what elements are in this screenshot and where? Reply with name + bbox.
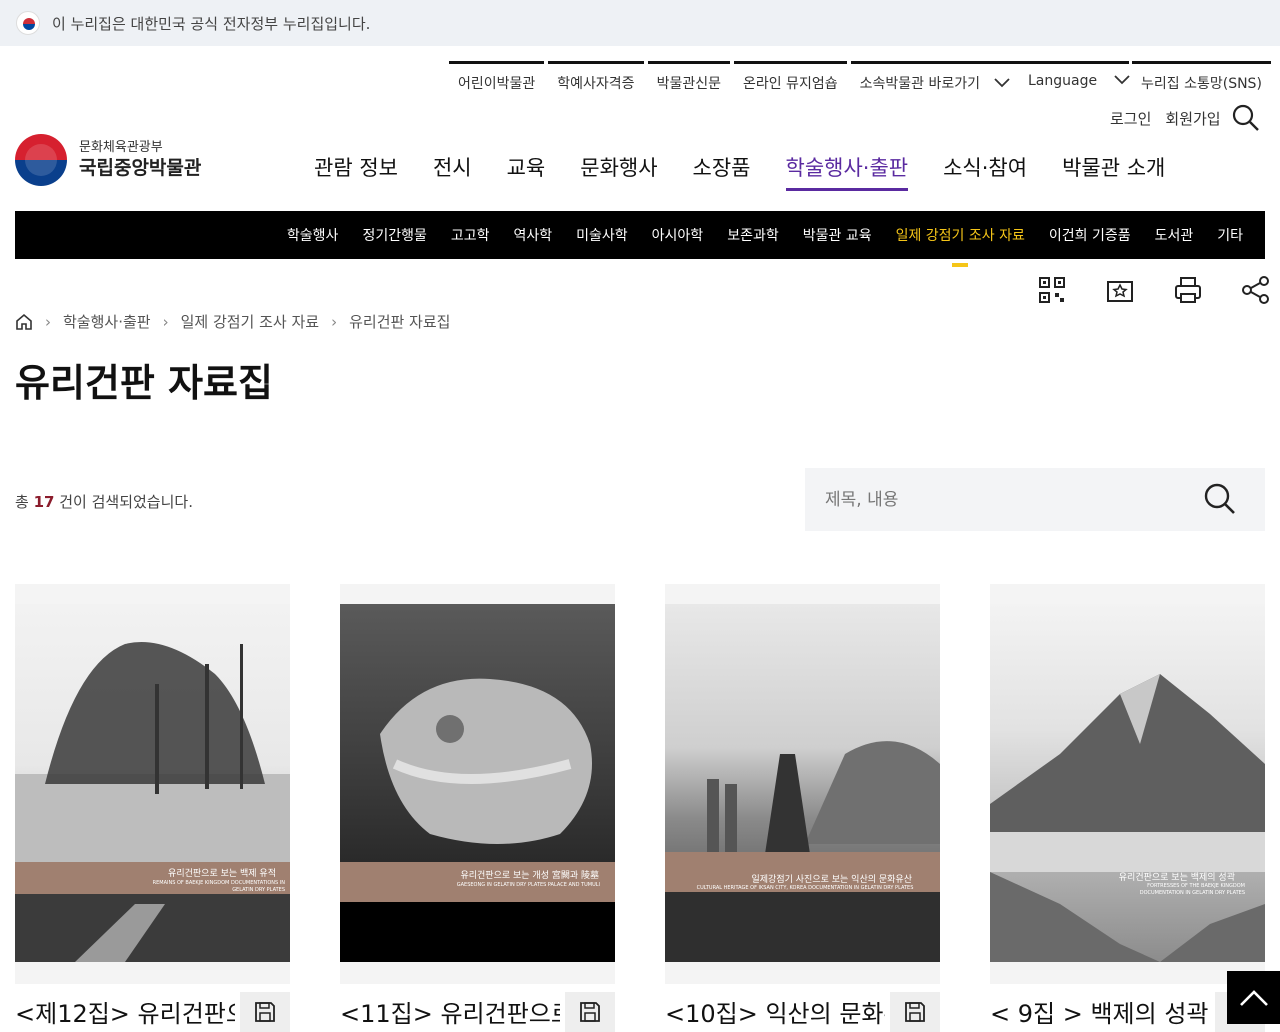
gov-banner[interactable]: 이 누리집은 대한민국 공식 전자정부 누리집입니다. bbox=[0, 0, 1280, 46]
subnav-colonial-survey[interactable]: 일제 강점기 조사 자료 bbox=[896, 225, 1025, 267]
cover-band-title: 유리건판으로 보는 백제 유적 bbox=[168, 869, 276, 879]
page-title: 유리건판 자료집 bbox=[15, 361, 273, 405]
utility-links: 어린이박물관 학예사자격증 박물관신문 온라인 뮤지엄숍 소속박물관 바로가기 bbox=[449, 61, 1029, 101]
nav-news[interactable]: 소식·참여 bbox=[943, 152, 1027, 191]
search-input[interactable] bbox=[805, 489, 1185, 510]
cover-band-subtitle: GAESEONG IN GELATIN DRY PLATES PALACE AN… bbox=[456, 882, 600, 888]
korea-flag-icon bbox=[16, 11, 40, 35]
book-list: 유리건판으로 보는 백제 유적 REMAINS OF BAEKJE KINGDO… bbox=[15, 584, 1265, 1032]
home-icon[interactable] bbox=[15, 313, 33, 331]
result-number: 17 bbox=[33, 493, 55, 511]
cover-band-subtitle: CULTURAL HERITAGE OF IKSAN CITY, KOREA D… bbox=[696, 885, 914, 891]
save-button[interactable] bbox=[565, 992, 615, 1032]
subnav-periodicals[interactable]: 정기간행물 bbox=[362, 225, 426, 245]
museum-logo[interactable]: 문화체육관광부 국립중앙박물관 bbox=[15, 134, 201, 186]
util-link-newspaper[interactable]: 박물관신문 bbox=[647, 61, 730, 101]
member-links: 로그인 회원가입 bbox=[1110, 108, 1221, 129]
gov-banner-text: 이 누리집은 대한민국 공식 전자정부 누리집입니다. bbox=[52, 14, 371, 33]
taegeuk-logo-icon bbox=[15, 134, 67, 186]
logo-ministry: 문화체육관광부 bbox=[79, 140, 163, 155]
cover-photo-fortress bbox=[990, 674, 1265, 962]
nav-events[interactable]: 문화행사 bbox=[580, 152, 657, 191]
print-icon[interactable] bbox=[1172, 274, 1204, 306]
result-suffix: 건이 검색되었습니다. bbox=[54, 493, 193, 511]
book-card[interactable]: 유리건판으로 보는 백제의 성곽 FORTRESSES OF THE BAEKJ… bbox=[990, 584, 1265, 1032]
main-nav: 관람 정보 전시 교육 문화행사 소장품 학술행사·출판 소식·참여 박물관 소… bbox=[314, 152, 1200, 191]
logo-museum: 국립중앙박물관 bbox=[79, 157, 202, 179]
nav-about[interactable]: 박물관 소개 bbox=[1062, 152, 1165, 191]
floppy-disk-icon bbox=[580, 1002, 600, 1022]
search-icon[interactable] bbox=[1232, 104, 1260, 132]
search-box bbox=[805, 468, 1265, 531]
subnav-academic[interactable]: 학술행사 bbox=[287, 225, 339, 245]
cover-band-title: 일제강점기 사진으로 보는 익산의 문화유산 bbox=[751, 875, 913, 885]
book-card[interactable]: 유리건판으로 보는 개성 宮闕과 陵墓 GAESEONG IN GELATIN … bbox=[340, 584, 615, 1032]
cover-photo-stone-dragon bbox=[340, 678, 615, 962]
book-cover[interactable]: 유리건판으로 보는 개성 宮闕과 陵墓 GAESEONG IN GELATIN … bbox=[340, 584, 615, 984]
subnav-history[interactable]: 역사학 bbox=[513, 225, 552, 245]
login-link[interactable]: 로그인 bbox=[1110, 108, 1151, 129]
breadcrumb-research[interactable]: 학술행사·출판 bbox=[63, 311, 151, 332]
chevron-down-icon bbox=[1113, 75, 1130, 85]
book-card[interactable]: 유리건판으로 보는 백제 유적 REMAINS OF BAEKJE KINGDO… bbox=[15, 584, 290, 1032]
chevron-right-icon: › bbox=[331, 312, 338, 331]
breadcrumb-colonial[interactable]: 일제 강점기 조사 자료 bbox=[181, 311, 320, 332]
qr-code-icon[interactable] bbox=[1036, 274, 1068, 306]
bookmark-star-icon[interactable] bbox=[1104, 274, 1136, 306]
page-tools bbox=[1036, 274, 1272, 306]
language-label: Language bbox=[1028, 73, 1098, 89]
cover-band-subtitle: REMAINS OF BAEKJE KINGDOM DOCUMENTATIONS… bbox=[152, 880, 285, 893]
subnav-archaeology[interactable]: 고고학 bbox=[451, 225, 490, 245]
subnav-asian-studies[interactable]: 아시아학 bbox=[652, 225, 704, 245]
floppy-disk-icon bbox=[905, 1002, 925, 1022]
sub-nav: 학술행사 정기간행물 고고학 역사학 미술사학 아시아학 보존과학 박물관 교육… bbox=[15, 211, 1265, 267]
cover-photo-trees bbox=[15, 642, 290, 962]
scroll-to-top-button[interactable] bbox=[1227, 971, 1280, 1024]
subnav-library[interactable]: 도서관 bbox=[1155, 225, 1194, 245]
language-select[interactable]: Language bbox=[1019, 61, 1130, 101]
cover-band-title: 유리건판으로 보는 백제의 성곽 bbox=[1118, 873, 1235, 883]
util-link-curator[interactable]: 학예사자격증 bbox=[548, 61, 644, 101]
join-link[interactable]: 회원가입 bbox=[1165, 108, 1220, 129]
subnav-museum-education[interactable]: 박물관 교육 bbox=[803, 225, 872, 245]
nav-visit[interactable]: 관람 정보 bbox=[314, 152, 398, 191]
result-count: 총 17 건이 검색되었습니다. bbox=[15, 491, 193, 512]
nav-collection[interactable]: 소장품 bbox=[693, 152, 751, 191]
util-link-kids[interactable]: 어린이박물관 bbox=[449, 61, 545, 101]
chevron-down-icon bbox=[994, 78, 1011, 88]
subnav-lee-kunhee[interactable]: 이건희 기증품 bbox=[1049, 225, 1131, 245]
chevron-up-icon bbox=[1239, 989, 1268, 1006]
subnav-art-history[interactable]: 미술사학 bbox=[576, 225, 628, 245]
breadcrumb: › 학술행사·출판 › 일제 강점기 조사 자료 › 유리건판 자료집 bbox=[15, 311, 450, 332]
nav-research[interactable]: 학술행사·출판 bbox=[785, 152, 909, 191]
utility-links-2: Language 누리집 소통망(SNS) bbox=[1019, 61, 1274, 101]
book-card[interactable]: 일제강점기 사진으로 보는 익산의 문화유산 CULTURAL HERITAGE… bbox=[665, 584, 940, 1032]
save-button[interactable] bbox=[890, 992, 940, 1032]
nav-education[interactable]: 교육 bbox=[507, 152, 546, 191]
breadcrumb-current[interactable]: 유리건판 자료집 bbox=[349, 311, 450, 332]
sns-link[interactable]: 누리집 소통망(SNS) bbox=[1132, 61, 1271, 101]
subnav-conservation[interactable]: 보존과학 bbox=[727, 225, 779, 245]
cover-band-subtitle: FORTRESSES OF THE BAEKJE KINGDOM DOCUMEN… bbox=[1139, 883, 1245, 896]
chevron-right-icon: › bbox=[162, 312, 169, 331]
share-icon[interactable] bbox=[1240, 274, 1272, 306]
subnav-etc[interactable]: 기타 bbox=[1217, 225, 1243, 245]
result-prefix: 총 bbox=[15, 493, 34, 511]
book-cover[interactable]: 유리건판으로 보는 백제 유적 REMAINS OF BAEKJE KINGDO… bbox=[15, 584, 290, 984]
search-icon[interactable] bbox=[1203, 482, 1237, 516]
util-link-shop[interactable]: 온라인 뮤지엄숍 bbox=[733, 61, 847, 101]
nav-exhibition[interactable]: 전시 bbox=[433, 152, 472, 191]
util-link-affiliated[interactable]: 소속박물관 바로가기 bbox=[850, 61, 1025, 101]
book-cover[interactable]: 일제강점기 사진으로 보는 익산의 문화유산 CULTURAL HERITAGE… bbox=[665, 584, 940, 984]
floppy-disk-icon bbox=[255, 1002, 275, 1022]
util-link-affiliated-label: 소속박물관 바로가기 bbox=[859, 76, 980, 92]
cover-photo-pagoda bbox=[665, 741, 940, 962]
chevron-right-icon: › bbox=[45, 312, 51, 331]
save-button[interactable] bbox=[240, 992, 290, 1032]
cover-band-title: 유리건판으로 보는 개성 宮闕과 陵墓 bbox=[460, 871, 599, 881]
book-cover[interactable]: 유리건판으로 보는 백제의 성곽 FORTRESSES OF THE BAEKJ… bbox=[990, 584, 1265, 984]
